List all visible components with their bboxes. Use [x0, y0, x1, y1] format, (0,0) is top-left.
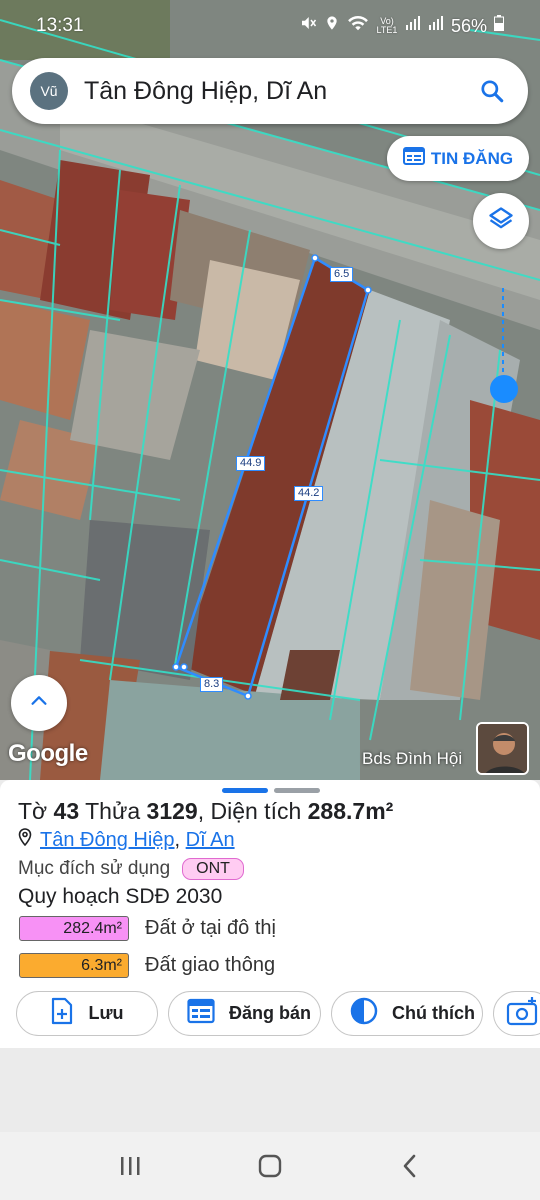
- purpose-badge: ONT: [182, 858, 244, 880]
- save-label: Lưu: [88, 1003, 124, 1023]
- legend-label: Chú thích: [392, 1003, 475, 1023]
- purpose-label: Mục đích sử dụng: [18, 858, 171, 879]
- ward-link[interactable]: Tân Đông Hiệp: [40, 829, 175, 851]
- network-label: Vo) LTE1: [376, 16, 398, 35]
- city-link[interactable]: Dĩ An: [186, 829, 235, 851]
- post-sale-button[interactable]: Đăng bán: [168, 991, 321, 1036]
- post-listing-button[interactable]: TIN ĐĂNG: [387, 136, 529, 181]
- land-use-purpose: Mục đích sử dụng ONT: [18, 858, 244, 880]
- parcel-info-sheet: Tờ 43 Thửa 3129, Diện tích 288.7m² Tân Đ…: [0, 780, 540, 1048]
- planning-row: 6.3m² Đất giao thông: [19, 953, 275, 978]
- search-input[interactable]: Tân Đông Hiệp, Dĩ An: [84, 77, 474, 106]
- planning-title: Quy hoạch SDĐ 2030: [18, 885, 223, 908]
- planning-row: 282.4m² Đất ở tại đô thị: [19, 916, 276, 941]
- mute-icon: [299, 14, 317, 38]
- planning-area: 6.3m²: [19, 953, 129, 978]
- sheet-handle[interactable]: [222, 788, 320, 793]
- save-button[interactable]: Lưu: [16, 991, 158, 1036]
- planning-label: Đất ở tại đô thị: [145, 917, 276, 939]
- wifi-icon: [347, 14, 369, 38]
- recent-apps-button[interactable]: [110, 1146, 150, 1186]
- search-icon[interactable]: [474, 73, 510, 109]
- planning-label: Đất giao thông: [145, 954, 276, 976]
- location-status-icon: [324, 14, 340, 38]
- status-bar: 13:31 Vo) LTE1 56%: [0, 0, 540, 52]
- post-listing-label: TIN ĐĂNG: [430, 148, 514, 168]
- listing-icon: [402, 146, 425, 171]
- battery-icon: [494, 15, 504, 37]
- contrast-icon: [350, 997, 378, 1030]
- add-photo-button[interactable]: [493, 991, 540, 1036]
- add-photo-icon: [506, 996, 540, 1031]
- battery-level: 56%: [450, 15, 487, 36]
- user-avatar[interactable]: Vũ: [30, 72, 68, 110]
- post-sale-label: Đăng bán: [229, 1003, 312, 1023]
- signal-icon-2: [428, 15, 444, 37]
- signal-icon: [405, 15, 421, 37]
- expand-up-button[interactable]: [11, 675, 67, 731]
- chevron-up-icon: [28, 690, 50, 717]
- back-button[interactable]: [390, 1146, 430, 1186]
- measure-bottom: 8.3: [200, 677, 224, 692]
- pin-icon: [18, 828, 32, 852]
- measure-top: 6.5: [330, 267, 354, 282]
- layers-icon: [487, 205, 515, 238]
- legend-button[interactable]: Chú thích: [331, 991, 483, 1036]
- measure-right: 44.2: [294, 486, 324, 501]
- owner-avatar[interactable]: [476, 722, 529, 775]
- system-nav-bar: [0, 1132, 540, 1200]
- search-bar[interactable]: Vũ Tân Đông Hiệp, Dĩ An: [12, 58, 528, 124]
- owner-name: Bds Đình Hội: [362, 749, 463, 768]
- parcel-address: Tân Đông Hiệp, Dĩ An: [18, 828, 235, 852]
- listing-icon: [187, 998, 215, 1029]
- current-location-dot: [490, 375, 518, 403]
- parcel-title: Tờ 43 Thửa 3129, Diện tích 288.7m²: [18, 798, 394, 824]
- layers-button[interactable]: [473, 193, 529, 249]
- home-button[interactable]: [250, 1146, 290, 1186]
- google-watermark: Google: [8, 740, 88, 767]
- status-time: 13:31: [36, 15, 84, 36]
- action-buttons: Lưu Đăng bán Chú thích: [16, 991, 540, 1036]
- measure-left: 44.9: [236, 456, 266, 471]
- planning-area: 282.4m²: [19, 916, 129, 941]
- add-file-icon: [50, 997, 74, 1030]
